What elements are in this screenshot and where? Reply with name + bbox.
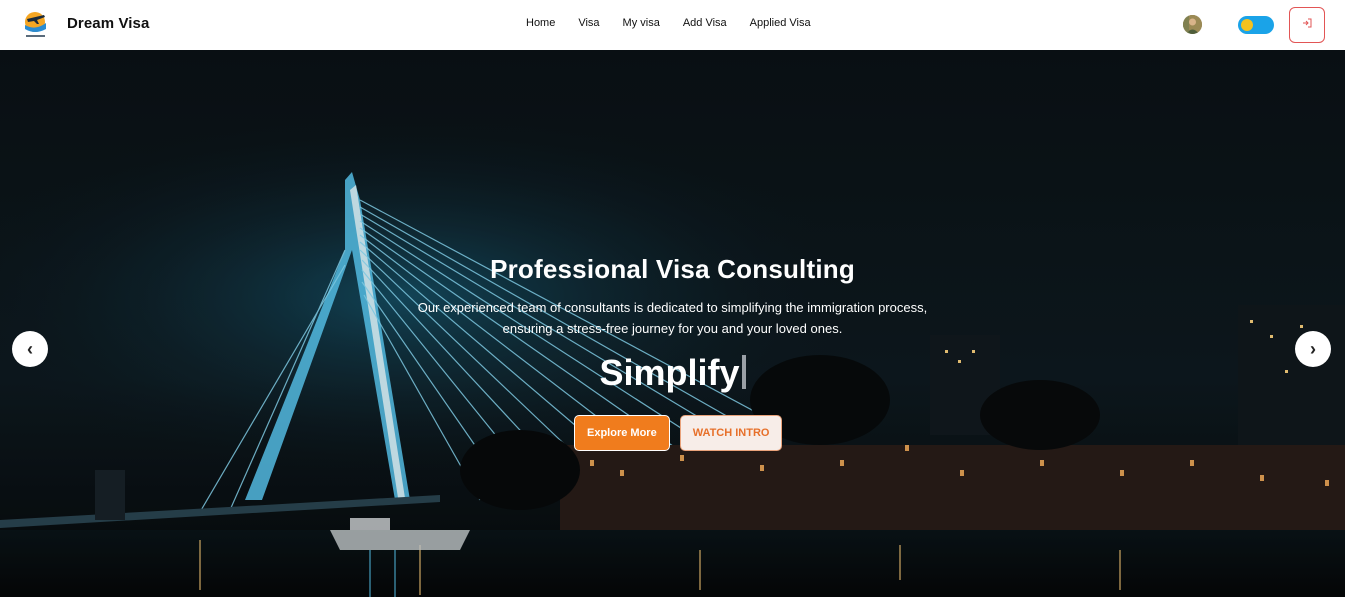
toggle-knob (1241, 19, 1253, 31)
explore-more-button[interactable]: Explore More (574, 415, 670, 451)
main-nav: Home Visa My visa Add Visa Applied Visa (526, 17, 834, 29)
theme-toggle[interactable] (1238, 16, 1274, 34)
brand-name[interactable]: Dream Visa (67, 15, 149, 32)
slider-next-button[interactable]: › (1295, 331, 1331, 367)
typed-word: Simplify (599, 352, 740, 393)
logout-button[interactable] (1289, 7, 1325, 43)
nav-link-applied-visa[interactable]: Applied Visa (750, 17, 811, 29)
chevron-left-icon: ‹ (27, 338, 33, 359)
hero-slider: Professional Visa Consulting Our experie… (0, 50, 1345, 597)
hero-subtitle-line-2: ensuring a stress-free journey for you a… (502, 321, 843, 336)
nav-link-add-visa[interactable]: Add Visa (683, 17, 727, 29)
airplane-logo-icon[interactable] (22, 9, 50, 41)
user-avatar[interactable] (1183, 15, 1202, 34)
chevron-right-icon: › (1310, 338, 1316, 359)
hero-title: Professional Visa Consulting (490, 254, 855, 284)
nav-link-home[interactable]: Home (526, 17, 555, 29)
watch-intro-button[interactable]: WATCH INTRO (679, 415, 783, 451)
navbar: Dream Visa Home Visa My visa Add Visa Ap… (0, 0, 1345, 50)
nav-link-visa[interactable]: Visa (578, 17, 599, 29)
logout-icon (1301, 16, 1313, 34)
hero-subtitle-line-1: Our experienced team of consultants is d… (417, 300, 928, 315)
hero-button-row: Explore More WATCH INTRO (574, 415, 783, 451)
slider-prev-button[interactable]: ‹ (12, 331, 48, 367)
hero-subtitle: Our experienced team of consultants is d… (0, 297, 1345, 339)
typing-cursor (741, 355, 746, 389)
hero-typed-text: Simplify (0, 352, 1345, 394)
nav-link-my-visa[interactable]: My visa (623, 17, 660, 29)
